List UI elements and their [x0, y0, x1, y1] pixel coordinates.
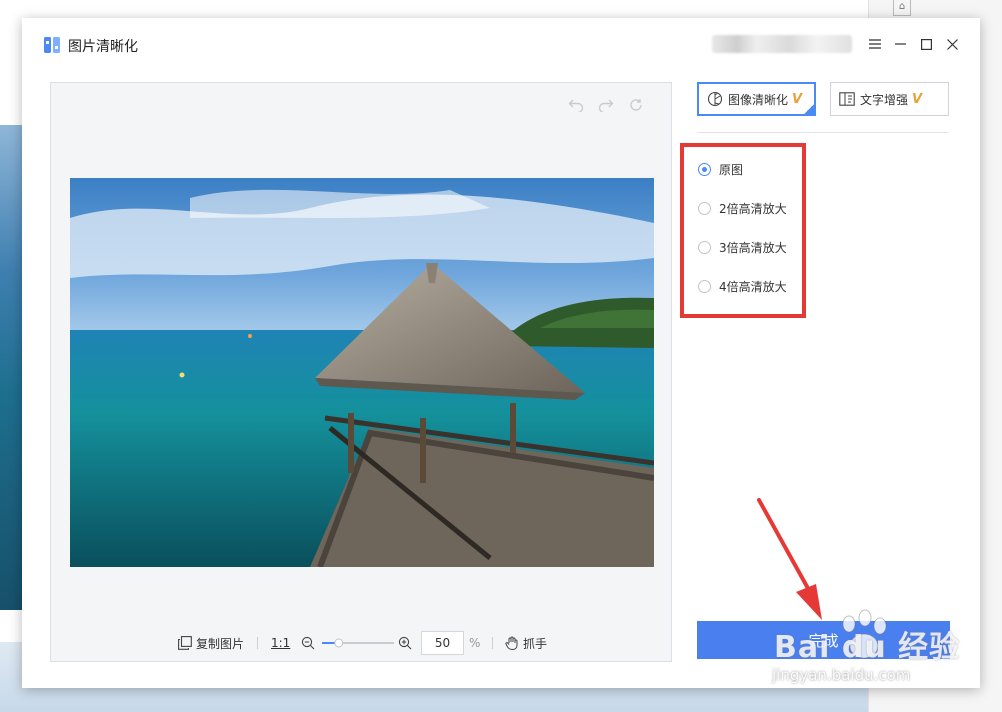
refresh-icon[interactable]	[627, 97, 645, 113]
copy-image-button[interactable]: 复制图片	[178, 631, 244, 655]
history-controls	[567, 97, 645, 113]
hand-icon	[505, 636, 518, 650]
option-original[interactable]: 原图	[698, 161, 743, 177]
image-clarify-dialog: 图片清晰化 复制图片 1:1 50 % 抓手 图像清晰化 V 文字增强 V 原图…	[22, 18, 980, 688]
hand-tool-button[interactable]: 抓手	[505, 631, 547, 655]
collapse-icon[interactable]: ⌂	[893, 0, 911, 16]
option-original-label: 原图	[719, 162, 744, 177]
zoom-in-icon[interactable]	[398, 631, 412, 655]
option-2x[interactable]: 2倍高清放大	[698, 200, 787, 216]
watermark-brand: Bai du 经验	[774, 630, 961, 665]
tab-image-enhance[interactable]: 图像清晰化 V	[697, 82, 816, 116]
toolbar-divider	[257, 637, 258, 649]
tab-text-enhance[interactable]: 文字增强 V	[830, 82, 949, 116]
copy-image-label: 复制图片	[196, 636, 245, 651]
copy-icon	[178, 636, 192, 650]
watermark-url: jingyan.baidu.com	[772, 666, 911, 684]
titlebar: 图片清晰化	[22, 18, 980, 72]
menu-icon[interactable]	[866, 35, 884, 53]
vip-badge: V	[912, 91, 923, 107]
hand-tool-label: 抓手	[523, 636, 548, 651]
close-icon[interactable]	[943, 35, 961, 53]
vip-badge: V	[792, 91, 803, 107]
radio-4x[interactable]	[698, 279, 711, 293]
zoom-out-icon[interactable]	[301, 631, 315, 655]
redo-icon[interactable]	[597, 97, 615, 113]
selected-check-icon	[802, 102, 816, 116]
radio-3x[interactable]	[698, 240, 711, 254]
panel-divider	[697, 132, 949, 133]
preview-toolbar: 复制图片 1:1 50 % 抓手	[51, 631, 671, 655]
maximize-icon[interactable]	[917, 35, 935, 53]
minimize-icon[interactable]	[891, 35, 909, 53]
actual-size-button[interactable]: 1:1	[271, 631, 290, 655]
image-enhance-icon	[707, 91, 723, 107]
option-3x-label: 3倍高清放大	[719, 240, 787, 255]
zoom-input[interactable]: 50	[421, 631, 464, 655]
tab-image-enhance-label: 图像清晰化	[728, 92, 789, 107]
radio-2x[interactable]	[698, 201, 711, 215]
option-2x-label: 2倍高清放大	[719, 201, 787, 216]
user-account[interactable]	[712, 35, 852, 53]
zoom-slider-handle[interactable]	[334, 638, 344, 648]
background-image-strip	[0, 125, 22, 610]
option-4x-label: 4倍高清放大	[719, 279, 787, 294]
zoom-slider[interactable]	[322, 631, 394, 655]
preview-image	[70, 178, 654, 567]
app-title: 图片清晰化	[68, 39, 138, 55]
text-enhance-icon	[839, 92, 855, 106]
undo-icon[interactable]	[567, 97, 585, 113]
app-logo-icon	[44, 37, 60, 53]
option-4x[interactable]: 4倍高清放大	[698, 278, 787, 294]
preview-pane: 复制图片 1:1 50 % 抓手	[50, 82, 672, 662]
tab-text-enhance-label: 文字增强	[860, 92, 909, 107]
option-3x[interactable]: 3倍高清放大	[698, 239, 787, 255]
toolbar-divider	[492, 637, 493, 649]
radio-original[interactable]	[698, 162, 711, 176]
zoom-unit: %	[469, 636, 481, 650]
